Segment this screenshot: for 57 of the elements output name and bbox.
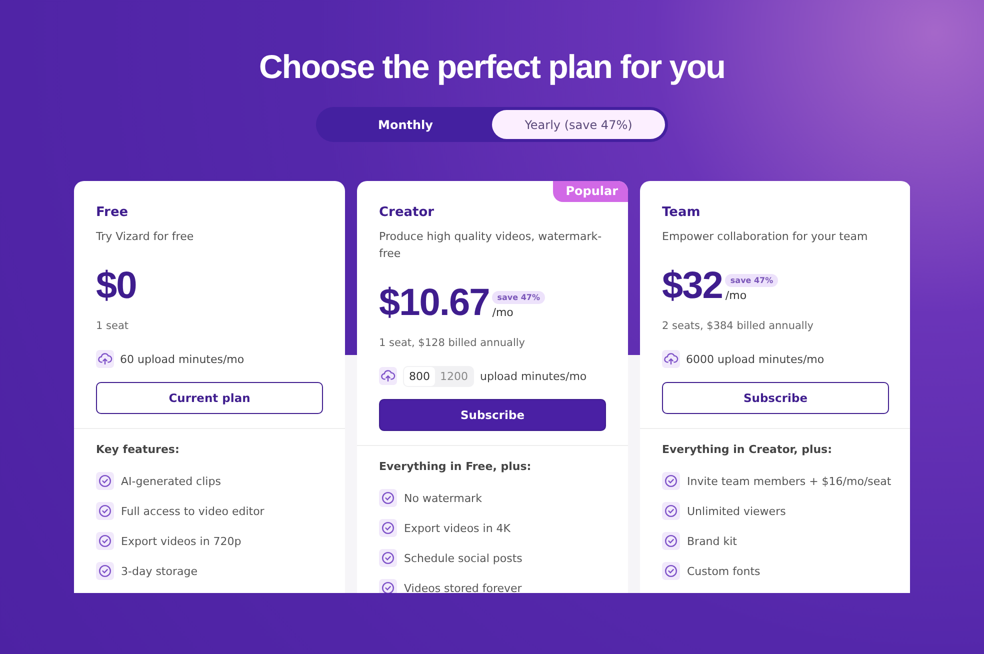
plan-button[interactable]: Subscribe: [662, 382, 889, 414]
seats-text: 2 seats, $384 billed annually: [662, 320, 814, 332]
billing-tab[interactable]: Monthly: [319, 110, 492, 139]
check-circle-icon: [662, 502, 680, 520]
upload-cloud-icon: [662, 350, 680, 368]
popular-badge: Popular: [552, 181, 628, 202]
feature-text: AI-generated clips: [121, 474, 221, 488]
check-circle-icon: [379, 579, 397, 593]
features-heading: Everything in Creator, plus:: [662, 443, 834, 456]
check-circle-icon: [96, 562, 114, 580]
save-tag: save 47%: [492, 291, 545, 304]
feature-text: Custom fonts: [687, 564, 760, 578]
plan-price: $0: [96, 264, 136, 308]
plan-price: $32: [662, 264, 722, 308]
check-circle-icon: [96, 532, 114, 550]
feature-text: Full access to video editor: [121, 504, 264, 518]
check-circle-icon: [662, 562, 680, 580]
feature-text: Export videos in 4K: [404, 522, 511, 534]
plan-price: $10.67: [379, 281, 490, 325]
feature-text: Brand kit: [687, 534, 737, 548]
feature-text: No watermark: [404, 492, 482, 504]
plan-description: Produce high quality videos, watermark-free: [379, 229, 603, 262]
check-circle-icon: [662, 472, 680, 490]
plan-button[interactable]: Current plan: [96, 382, 323, 414]
feature-text: 3-day storage: [121, 564, 198, 578]
price-period: /mo: [492, 306, 514, 319]
save-tag: save 47%: [725, 274, 778, 287]
page-title: Choose the perfect plan for you: [259, 47, 725, 87]
seats-text: 1 seat: [96, 320, 130, 332]
plan-name: Free: [96, 205, 130, 220]
check-circle-icon: [96, 502, 114, 520]
upload-cloud-icon: [96, 350, 114, 368]
plan-description: Empower collaboration for your team: [662, 229, 869, 245]
plan-name: Creator: [379, 205, 436, 220]
check-circle-icon: [379, 549, 397, 567]
feature-text: Schedule social posts: [404, 552, 522, 564]
upload-minutes-text: upload minutes/mo: [480, 370, 587, 382]
plan-description: Try Vizard for free: [96, 229, 195, 245]
plan-name: Team: [662, 205, 702, 220]
feature-text: Export videos in 720p: [121, 534, 242, 548]
seats-text: 1 seat, $128 billed annually: [379, 337, 526, 349]
plan-button[interactable]: Subscribe: [379, 399, 606, 431]
minutes-option[interactable]: 800: [404, 366, 435, 386]
check-circle-icon: [379, 489, 397, 507]
feature-text: Videos stored forever: [404, 582, 522, 593]
upload-cloud-icon: [379, 367, 397, 385]
check-circle-icon: [662, 532, 680, 550]
upload-minutes-text: 6000 upload minutes/mo: [686, 352, 824, 366]
check-circle-icon: [379, 519, 397, 537]
price-period: /mo: [725, 289, 747, 302]
upload-minutes-text: 60 upload minutes/mo: [120, 352, 244, 366]
features-heading: Everything in Free, plus:: [379, 460, 532, 473]
feature-text: Invite team members + $16/mo/seat: [687, 474, 892, 488]
check-circle-icon: [96, 472, 114, 490]
features-heading: Key features:: [96, 443, 180, 456]
feature-text: Unlimited viewers: [687, 504, 786, 518]
billing-tab[interactable]: Yearly (save 47%): [492, 110, 665, 139]
